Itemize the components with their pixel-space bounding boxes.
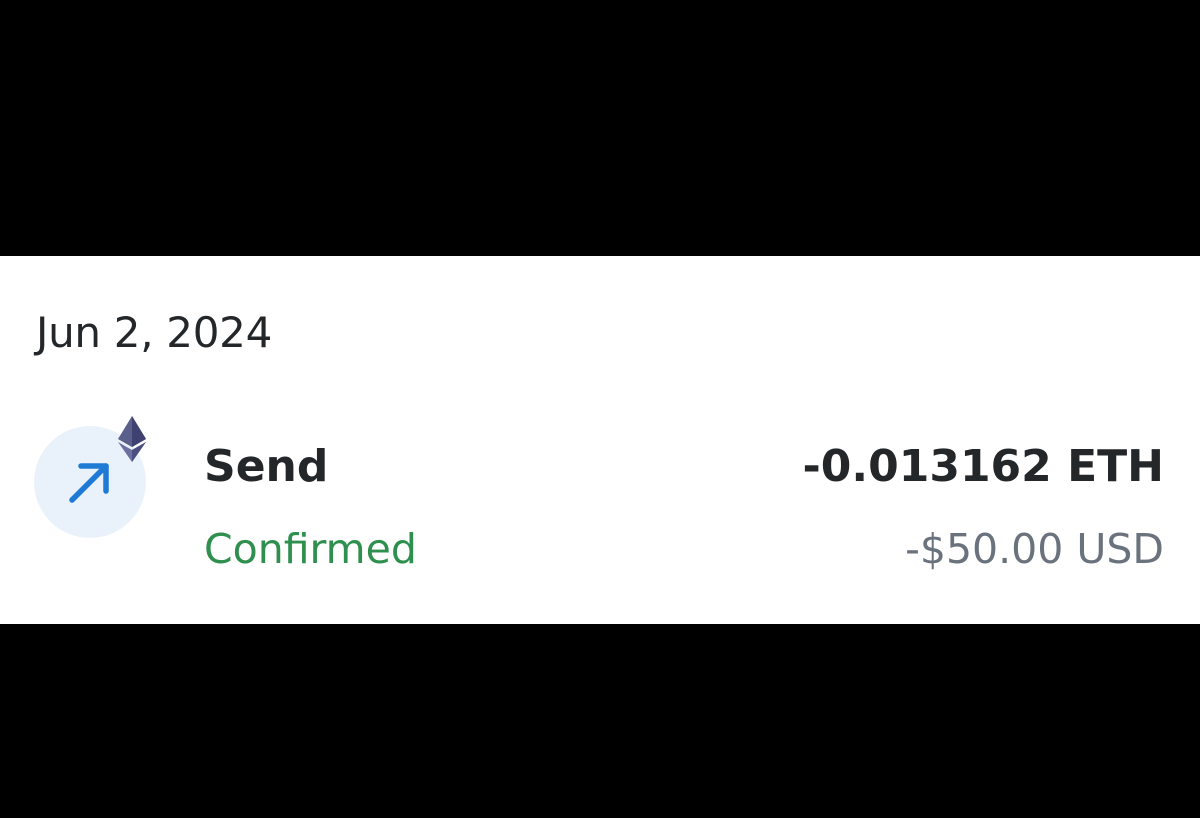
transaction-avatar <box>34 416 149 541</box>
transaction-amount: -0.013162 ETH <box>802 441 1165 492</box>
top-letterbox-bar <box>0 0 1200 256</box>
ethereum-icon <box>118 416 146 462</box>
transaction-title: Send <box>204 441 329 492</box>
bottom-letterbox-bar <box>0 624 1200 818</box>
transaction-status: Confirmed <box>204 525 417 573</box>
arrow-up-right-icon <box>69 463 109 503</box>
date-header: Jun 2, 2024 <box>36 308 272 357</box>
activity-panel: Jun 2, 2024 Send Confirmed -0.013162 ETH… <box>0 256 1200 624</box>
transaction-fiat-amount: -$50.00 USD <box>905 525 1164 573</box>
transaction-row[interactable]: Send Confirmed -0.013162 ETH -$50.00 USD <box>0 406 1200 586</box>
